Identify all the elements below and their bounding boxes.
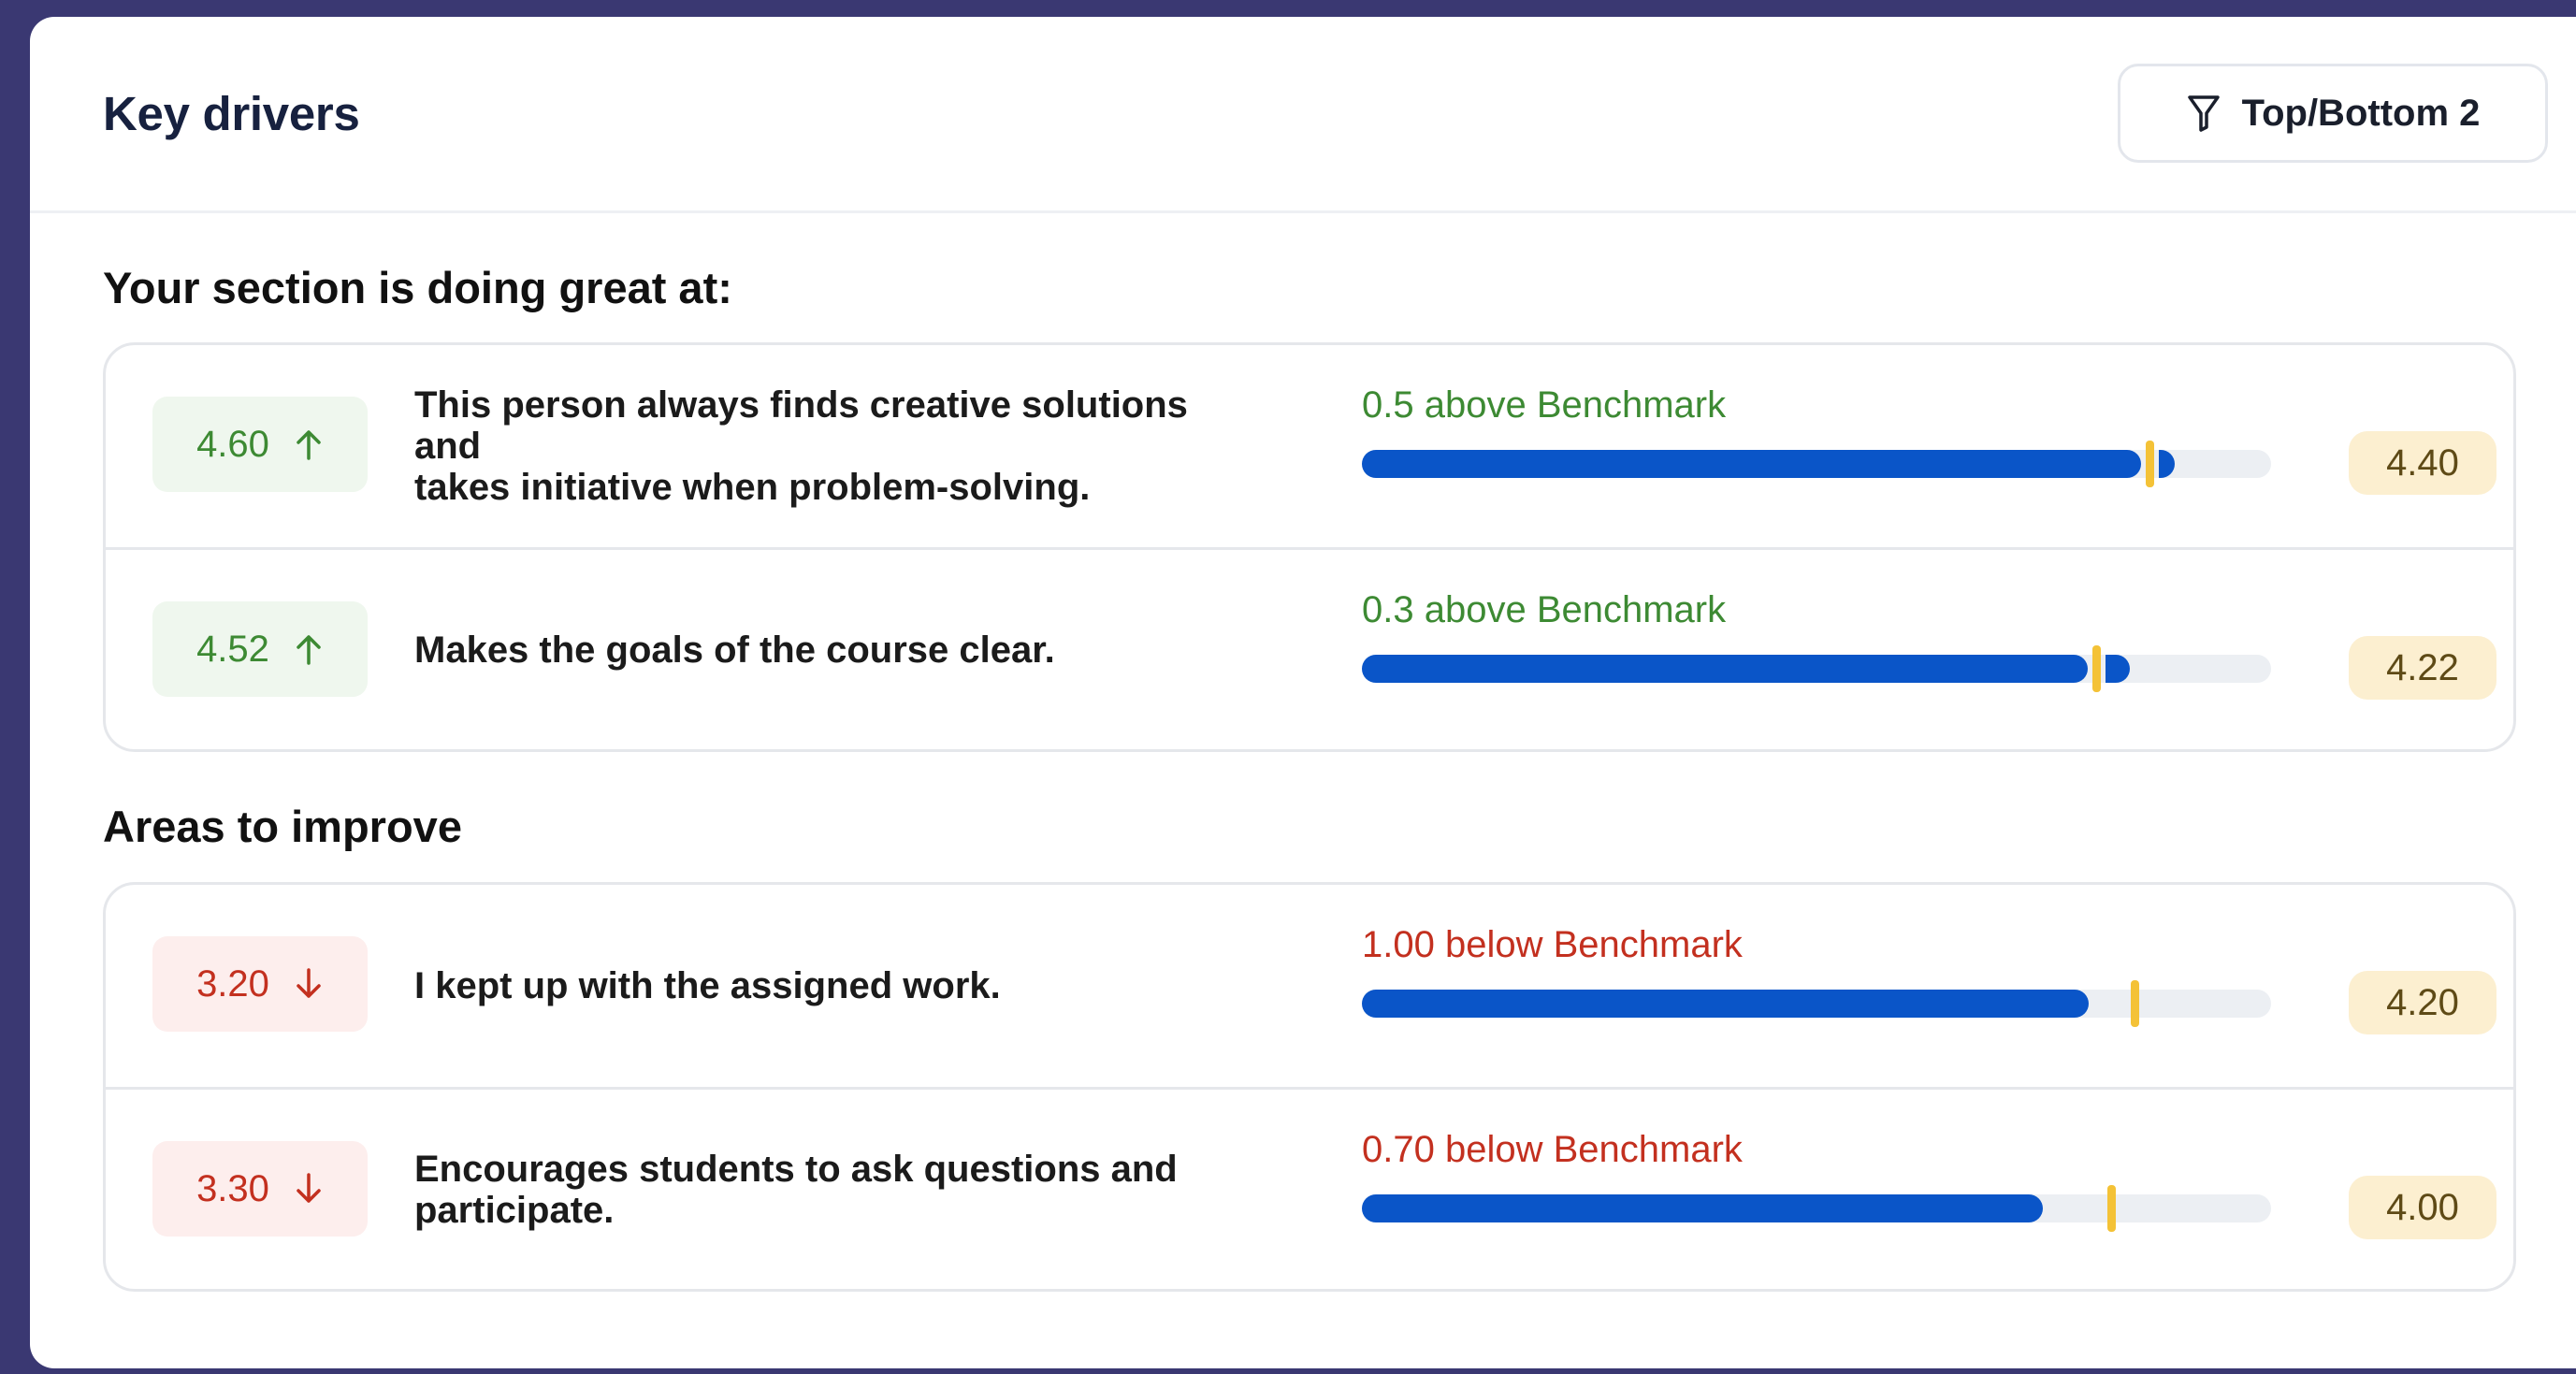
- score-bar-fill: [1362, 655, 2088, 683]
- arrow-down-icon: [297, 968, 321, 998]
- benchmark-marker: [2092, 645, 2101, 692]
- question-line: Makes the goals of the course clear.: [414, 629, 1055, 671]
- arrow-down-icon: [297, 1173, 321, 1203]
- driver-row: 3.30 Encourages students to ask question…: [106, 1087, 2513, 1289]
- score-value: 4.60: [196, 423, 269, 465]
- score-badge: 3.30: [152, 1141, 368, 1237]
- improve-driver-group: 3.20 I kept up with the assigned work. 1…: [103, 882, 2516, 1292]
- benchmark-value-badge: 4.40: [2349, 431, 2496, 495]
- card-title: Key drivers: [103, 87, 360, 140]
- question-line: I kept up with the assigned work.: [414, 965, 1001, 1006]
- driver-question: I kept up with the assigned work.: [414, 965, 1256, 1006]
- benchmark-value-badge: 4.00: [2349, 1176, 2496, 1239]
- score-bar-fill: [1362, 990, 2089, 1018]
- card-header: Key drivers Top/Bottom 2: [30, 17, 2576, 213]
- benchmark-diff-label: 0.5 above Benchmark: [1362, 384, 1727, 426]
- filter-button-label: Top/Bottom 2: [2241, 92, 2481, 134]
- driver-row: 4.60 This person always finds creative s…: [106, 345, 2513, 547]
- great-driver-group: 4.60 This person always finds creative s…: [103, 342, 2516, 752]
- score-value: 3.20: [196, 962, 269, 1005]
- driver-question: Encourages students to ask questions and…: [414, 1149, 1256, 1231]
- benchmark-marker: [2131, 980, 2139, 1027]
- benchmark-marker: [2107, 1185, 2116, 1232]
- score-badge: 4.52: [152, 601, 368, 697]
- great-section-heading: Your section is doing great at:: [103, 263, 732, 312]
- score-bar-fill: [1362, 450, 2141, 478]
- key-drivers-card: Key drivers Top/Bottom 2 Your section is…: [30, 17, 2576, 1368]
- score-bar-track: [1362, 1185, 2271, 1232]
- arrow-up-icon: [297, 635, 321, 665]
- filter-funnel-icon: [2187, 95, 2220, 132]
- benchmark-diff-label: 0.3 above Benchmark: [1362, 589, 1727, 630]
- score-badge: 3.20: [152, 936, 368, 1032]
- score-bar-track: [1362, 441, 2271, 487]
- score-badge: 4.60: [152, 397, 368, 492]
- benchmark-value-badge: 4.20: [2349, 971, 2496, 1034]
- score-bar-fill: [1362, 1194, 2043, 1222]
- improve-section-heading: Areas to improve: [103, 802, 462, 851]
- driver-question: This person always finds creative soluti…: [414, 384, 1256, 508]
- question-line: participate.: [414, 1189, 615, 1231]
- score-bar-end: [2159, 450, 2175, 478]
- score-bar-track: [1362, 645, 2271, 692]
- arrow-up-icon: [297, 430, 321, 460]
- driver-question: Makes the goals of the course clear.: [414, 629, 1256, 671]
- benchmark-diff-label: 0.70 below Benchmark: [1362, 1129, 1743, 1170]
- score-bar-track: [1362, 980, 2271, 1027]
- question-line: takes initiative when problem-solving.: [414, 467, 1091, 508]
- top-bottom-filter-button[interactable]: Top/Bottom 2: [2118, 64, 2548, 163]
- benchmark-diff-label: 1.00 below Benchmark: [1362, 924, 1743, 965]
- benchmark-value-badge: 4.22: [2349, 636, 2496, 700]
- question-line: This person always finds creative soluti…: [414, 384, 1188, 467]
- benchmark-marker: [2146, 441, 2154, 487]
- score-bar-end: [2106, 655, 2130, 683]
- question-line: Encourages students to ask questions and: [414, 1148, 1178, 1190]
- driver-row: 3.20 I kept up with the assigned work. 1…: [106, 885, 2513, 1087]
- score-value: 3.30: [196, 1167, 269, 1209]
- driver-row: 4.52 Makes the goals of the course clear…: [106, 547, 2513, 749]
- score-value: 4.52: [196, 628, 269, 670]
